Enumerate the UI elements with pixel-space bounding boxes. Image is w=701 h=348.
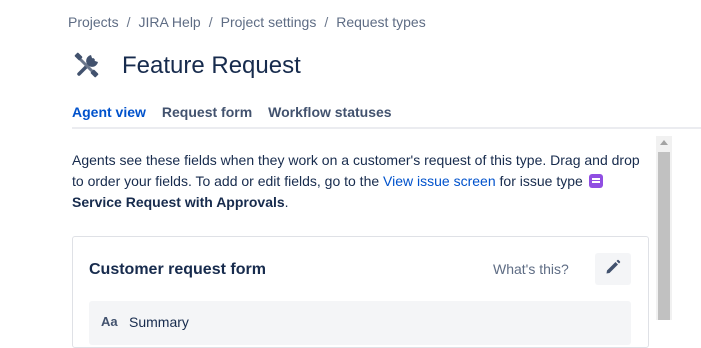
- agent-view-description: Agents see these fields when they work o…: [72, 150, 652, 213]
- tab-agent-view[interactable]: Agent view: [72, 104, 146, 129]
- tools-icon: [72, 51, 102, 81]
- text-field-icon: Aa: [101, 314, 118, 329]
- description-period: .: [284, 194, 289, 210]
- tabs-divider: [72, 127, 701, 129]
- tab-workflow-statuses[interactable]: Workflow statuses: [268, 104, 391, 129]
- field-row-summary[interactable]: Aa Summary: [89, 301, 631, 345]
- scroll-up-arrow-icon[interactable]: [660, 140, 668, 145]
- breadcrumb-projects[interactable]: Projects: [68, 14, 119, 30]
- tab-bar: Agent view Request form Workflow statuse…: [72, 104, 408, 129]
- view-issue-screen-link[interactable]: View issue screen: [383, 173, 496, 189]
- breadcrumb-project-settings[interactable]: Project settings: [221, 14, 317, 30]
- vertical-scrollbar[interactable]: [656, 136, 672, 320]
- issue-type-name: Service Request with Approvals: [72, 194, 285, 210]
- breadcrumb-separator: /: [324, 14, 329, 30]
- field-label: Summary: [129, 314, 189, 330]
- customer-request-form-panel: Customer request form What's this? Aa Su…: [72, 236, 649, 348]
- edit-button[interactable]: [595, 253, 631, 285]
- description-text-issue-type: for issue type: [495, 173, 587, 189]
- whats-this-link[interactable]: What's this?: [493, 261, 569, 277]
- page-title: Feature Request: [122, 52, 301, 79]
- scroll-thumb[interactable]: [658, 152, 670, 320]
- breadcrumb: Projects / JIRA Help / Project settings / Requ…: [68, 14, 426, 30]
- service-request-icon: [588, 174, 603, 188]
- panel-title: Customer request form: [89, 261, 266, 278]
- breadcrumb-project-jira-help[interactable]: JIRA Help: [138, 14, 200, 30]
- tab-request-form[interactable]: Request form: [162, 104, 252, 129]
- breadcrumb-separator: /: [208, 14, 213, 30]
- pencil-icon: [604, 258, 622, 281]
- breadcrumb-request-types[interactable]: Request types: [336, 14, 426, 30]
- page-header: Feature Request: [72, 48, 301, 84]
- breadcrumb-separator: /: [126, 14, 131, 30]
